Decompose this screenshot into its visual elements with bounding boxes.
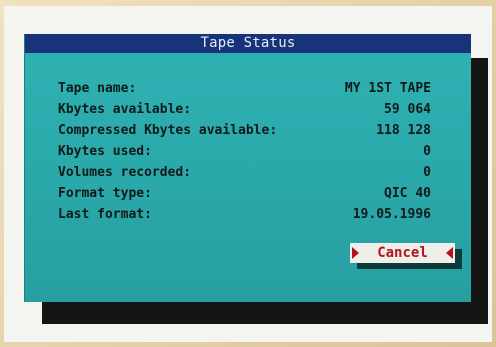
kbytes-used-label: Kbytes used: (58, 144, 152, 159)
photo-frame: Tape Status Tape name: MY 1ST TAPE Kbyte… (0, 0, 496, 347)
last-format-label: Last format: (58, 207, 152, 222)
cancel-button[interactable]: Cancel (350, 243, 455, 263)
field-row-compressed-kbytes-available: Compressed Kbytes available: 118 128 (58, 120, 431, 141)
field-row-kbytes-available: Kbytes available: 59 064 (58, 99, 431, 120)
field-row-kbytes-used: Kbytes used: 0 (58, 141, 431, 162)
tape-name-value: MY 1ST TAPE (344, 81, 431, 96)
kbytes-used-value: 0 (423, 144, 431, 159)
volumes-recorded-label: Volumes recorded: (58, 165, 192, 180)
cancel-button-label: Cancel (377, 245, 428, 261)
compressed-kbytes-available-label: Compressed Kbytes available: (58, 123, 278, 138)
format-type-label: Format type: (58, 186, 152, 201)
field-row-last-format: Last format: 19.05.1996 (58, 204, 431, 225)
tape-name-label: Tape name: (58, 81, 137, 96)
field-row-tape-name: Tape name: MY 1ST TAPE (58, 78, 431, 99)
right-triangle-icon (446, 247, 453, 259)
cancel-button-container: Cancel (350, 243, 462, 269)
dialog-title-bar: Tape Status (25, 34, 471, 53)
format-type-value: QIC 40 (384, 186, 431, 201)
kbytes-available-value: 59 064 (384, 102, 431, 117)
last-format-value: 19.05.1996 (352, 207, 431, 222)
status-fields: Tape name: MY 1ST TAPE Kbytes available:… (58, 78, 431, 225)
left-triangle-icon (352, 247, 359, 259)
volumes-recorded-value: 0 (423, 165, 431, 180)
field-row-format-type: Format type: QIC 40 (58, 183, 431, 204)
compressed-kbytes-available-value: 118 128 (376, 123, 431, 138)
kbytes-available-label: Kbytes available: (58, 102, 192, 117)
tape-status-dialog: Tape Status Tape name: MY 1ST TAPE Kbyte… (24, 34, 471, 302)
field-row-volumes-recorded: Volumes recorded: 0 (58, 162, 431, 183)
dialog-title: Tape Status (200, 35, 296, 51)
